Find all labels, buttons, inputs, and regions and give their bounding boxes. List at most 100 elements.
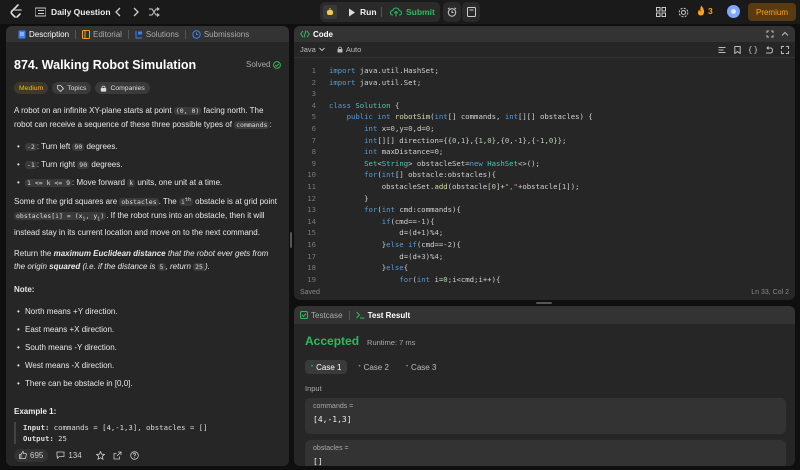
undo-icon[interactable] bbox=[765, 46, 773, 54]
vertical-splitter[interactable] bbox=[290, 232, 292, 248]
inline-code: 5 bbox=[157, 263, 166, 272]
share-icon[interactable] bbox=[113, 451, 122, 460]
star-icon[interactable] bbox=[95, 450, 105, 460]
chevron-right-icon[interactable] bbox=[128, 4, 144, 20]
line-number: 18 bbox=[307, 263, 316, 273]
play-icon bbox=[349, 8, 355, 16]
tab-testcase[interactable]: Testcase bbox=[300, 307, 349, 323]
example-output: Output: 25 bbox=[23, 433, 281, 444]
tag-icon bbox=[57, 84, 65, 92]
tab-testcase-label: Testcase bbox=[311, 310, 343, 320]
companies-chip[interactable]: Companies bbox=[95, 82, 150, 94]
var-value: [4,-1,3] bbox=[313, 415, 352, 424]
problem-description: A robot on an infinite XY-plane starts a… bbox=[6, 104, 289, 395]
daily-question-title[interactable]: Daily Question bbox=[51, 7, 111, 17]
fullscreen-icon[interactable] bbox=[781, 46, 789, 54]
inline-code: 90 bbox=[72, 143, 85, 151]
text: Return the bbox=[14, 249, 54, 259]
logo-icon[interactable] bbox=[9, 4, 23, 20]
case-tab-3[interactable]: • Case 3 bbox=[400, 360, 442, 374]
comments-button[interactable]: 134 bbox=[56, 451, 82, 460]
line-number: 4 bbox=[311, 100, 316, 110]
tab-test-result[interactable]: Test Result bbox=[350, 307, 417, 323]
streak-counter[interactable]: 3 bbox=[697, 5, 713, 16]
text: : Turn left bbox=[36, 142, 73, 151]
line-number: 8 bbox=[311, 147, 316, 157]
tab-editorial[interactable]: Editorial bbox=[76, 26, 128, 42]
help-icon[interactable] bbox=[130, 450, 139, 460]
check-circle-icon bbox=[273, 60, 282, 69]
accepted-label: Accepted bbox=[305, 334, 360, 348]
case-tab-2[interactable]: • Case 2 bbox=[352, 360, 394, 374]
input-label: Input bbox=[305, 384, 322, 393]
list-item: 1 <= k <= 9: Move forward k units, one u… bbox=[16, 176, 281, 190]
chevron-left-icon[interactable] bbox=[110, 4, 126, 20]
braces-icon[interactable] bbox=[749, 46, 757, 54]
chevron-up-icon[interactable] bbox=[781, 30, 789, 38]
bookmark-icon[interactable] bbox=[734, 46, 741, 54]
grid-icon[interactable] bbox=[653, 4, 669, 20]
list-item: There can be obstacle in [0,0]. bbox=[16, 377, 281, 390]
text: : Turn right bbox=[36, 160, 78, 169]
tab-submissions[interactable]: Submissions bbox=[186, 26, 255, 42]
like-button[interactable]: 695 bbox=[14, 448, 49, 462]
text: , y bbox=[85, 212, 98, 221]
code-line: 11 obstacleSet.add(obstacle[0]+","+obsta… bbox=[294, 181, 795, 193]
line-number: 14 bbox=[307, 216, 316, 226]
inline-code: -2 bbox=[25, 143, 37, 151]
auto-toggle[interactable]: Auto bbox=[337, 45, 361, 54]
emphasis: , return bbox=[165, 262, 194, 272]
top-navbar: Daily Question Run Submit 3 Premium bbox=[0, 0, 800, 24]
note-icon[interactable] bbox=[462, 2, 480, 22]
code-line: 13 for(int cmd:commands){ bbox=[294, 204, 795, 216]
line-number: 9 bbox=[311, 158, 316, 168]
premium-label: Premium bbox=[755, 7, 788, 17]
tab-code[interactable]: Code bbox=[300, 26, 339, 42]
expand-icon[interactable] bbox=[766, 30, 774, 38]
var-name: commands = bbox=[313, 403, 354, 410]
code-line: 3 bbox=[294, 88, 795, 100]
tab-editorial-label: Editorial bbox=[93, 29, 122, 39]
list-item: -1: Turn right 90 degrees. bbox=[16, 158, 281, 172]
run-button[interactable]: Run bbox=[342, 3, 383, 21]
alarm-icon[interactable] bbox=[443, 2, 461, 22]
list-item: West means -X direction. bbox=[16, 359, 281, 372]
text: A robot on an infinite XY-plane starts a… bbox=[14, 106, 174, 115]
inline-code: 90 bbox=[77, 161, 90, 169]
text: obstacle is at grid point bbox=[192, 197, 277, 207]
format-icon[interactable] bbox=[718, 46, 726, 54]
line-number: 5 bbox=[311, 112, 316, 122]
code-line: 7 int[][] direction={{0,1},{1,0},{0,-1},… bbox=[294, 135, 795, 147]
tab-solutions[interactable]: Solutions bbox=[129, 26, 185, 42]
language-select[interactable]: Java bbox=[300, 45, 325, 54]
code-line: 5 public int robotSim(int[] commands, in… bbox=[294, 111, 795, 123]
editor-toolbar: Java Auto bbox=[294, 42, 795, 58]
output-value: 25 bbox=[53, 434, 67, 443]
case-label: Case 3 bbox=[411, 362, 437, 372]
horizontal-splitter[interactable] bbox=[536, 302, 552, 304]
inline-code: k bbox=[127, 179, 136, 187]
tab-description[interactable]: Description bbox=[12, 26, 75, 42]
topics-label: Topics bbox=[67, 84, 87, 92]
code-line: 17 d=(d+3)%4; bbox=[294, 251, 795, 263]
code-line: 8 int maxDistance=0; bbox=[294, 146, 795, 158]
case-tab-1[interactable]: • Case 1 bbox=[305, 360, 348, 374]
line-number: 12 bbox=[307, 193, 316, 203]
emphasis: ). bbox=[204, 262, 210, 272]
example-block: Input: commands = [4,-1,3], obstacles = … bbox=[14, 422, 281, 446]
input-var-commands: commands = [4,-1,3] bbox=[305, 398, 786, 434]
input-value: commands = [4,-1,3], obstacles = [] bbox=[49, 423, 208, 432]
code-editor[interactable]: 1 import java.util.HashSet; 2 import java.… bbox=[294, 65, 795, 289]
topics-chip[interactable]: Topics bbox=[52, 82, 92, 94]
debug-icon[interactable] bbox=[323, 5, 337, 19]
premium-button[interactable]: Premium bbox=[748, 3, 796, 21]
shuffle-icon[interactable] bbox=[146, 4, 162, 20]
submit-button[interactable]: Submit bbox=[385, 3, 440, 21]
list-icon[interactable] bbox=[32, 4, 48, 20]
avatar[interactable] bbox=[727, 5, 740, 18]
gear-icon[interactable] bbox=[675, 4, 691, 20]
emphasis: maximum Euclidean distance bbox=[53, 249, 166, 259]
code-line: 6 int x=0,y=0,d=0; bbox=[294, 123, 795, 135]
emphasis: squared bbox=[49, 262, 81, 272]
code-header-label: Code bbox=[313, 29, 333, 39]
